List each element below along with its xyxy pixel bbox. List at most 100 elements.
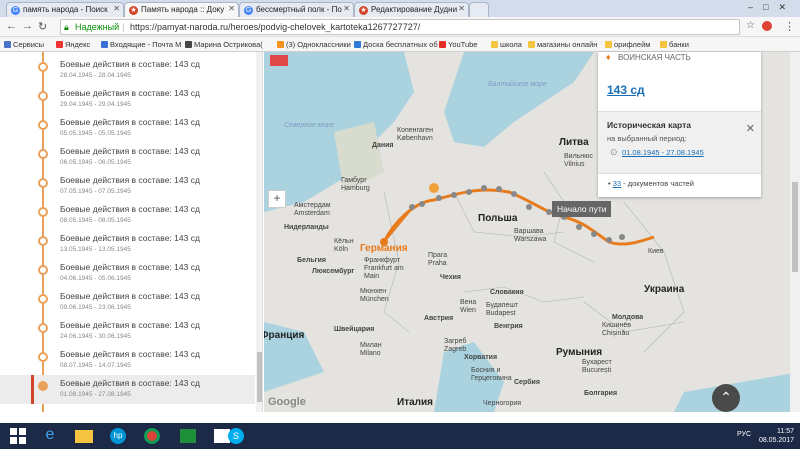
- timeline-event[interactable]: Боевые действия в составе: 143 сд 06.05.1…: [0, 143, 255, 172]
- timeline-dot-icon: [38, 178, 48, 188]
- unit-info-panel: ♦ ВОИНСКАЯ ЧАСТЬ 143 сд Историческая кар…: [598, 52, 761, 197]
- timeline-event[interactable]: Боевые действия в составе: 143 сд 09.06.1…: [0, 288, 255, 317]
- event-dates: 06.05.1945 - 06.05.1945: [60, 159, 131, 166]
- timeline-dot-icon: [38, 207, 48, 217]
- timeline-event[interactable]: Боевые действия в составе: 143 сд 28.04.1…: [0, 56, 255, 85]
- bookmark-services[interactable]: Сервисы: [4, 40, 44, 49]
- clock[interactable]: 11:57 08.05.2017: [759, 427, 794, 445]
- timeline-dot-icon: [38, 149, 48, 159]
- skype-icon[interactable]: S: [224, 426, 248, 446]
- bookmark-school[interactable]: школа: [491, 40, 522, 49]
- bookmark-oriflame[interactable]: орифлейм: [605, 40, 650, 49]
- timeline-event[interactable]: Боевые действия в составе: 143 сд 01.08.1…: [0, 375, 255, 404]
- menu-icon[interactable]: ⋮: [784, 20, 795, 33]
- timeline-dot-icon: [38, 294, 48, 304]
- timeline-event[interactable]: Боевые действия в составе: 143 сд 05.05.1…: [0, 114, 255, 143]
- url-field[interactable]: 🔒︎ Надежный | https://pamyat-naroda.ru/he…: [60, 19, 740, 35]
- map-color-legend[interactable]: [270, 55, 288, 66]
- timeline-dot-icon: [38, 352, 48, 362]
- event-title: Боевые действия в составе: 143 сд: [60, 175, 200, 185]
- timeline-event[interactable]: Боевые действия в составе: 143 сд 08.05.1…: [0, 201, 255, 230]
- documents-link[interactable]: 33: [613, 179, 621, 188]
- close-icon[interactable]: ✕: [343, 4, 350, 13]
- timeline-event[interactable]: Боевые действия в составе: 143 сд 29.04.1…: [0, 85, 255, 114]
- back-icon[interactable]: ←: [6, 20, 17, 32]
- bookmarks-bar: Сервисы Яндекс Входящие - Почта M Марина…: [0, 37, 800, 52]
- bookmark-mail[interactable]: Входящие - Почта M: [101, 40, 181, 49]
- scroll-up-button[interactable]: ⌃: [712, 384, 740, 412]
- timeline-dot-icon: [38, 381, 48, 391]
- timeline-dot-icon: [38, 265, 48, 275]
- event-dates: 09.06.1945 - 23.06.1945: [60, 304, 131, 311]
- bookmark-ok[interactable]: (3) Одноклассники: [277, 40, 351, 49]
- bookmark-marina[interactable]: Марина Острикова(: [185, 40, 263, 49]
- timeline-dot-icon: [38, 91, 48, 101]
- event-title: Боевые действия в составе: 143 сд: [60, 88, 200, 98]
- close-icon[interactable]: ✕: [228, 4, 235, 13]
- event-title: Боевые действия в составе: 143 сд: [60, 378, 200, 388]
- event-dates: 08.05.1945 - 08.05.1945: [60, 217, 131, 224]
- event-title: Боевые действия в составе: 143 сд: [60, 320, 200, 330]
- timeline-event[interactable]: Боевые действия в составе: 143 сд 07.05.1…: [0, 172, 255, 201]
- timeline-event[interactable]: Боевые действия в составе: 143 сд 04.06.1…: [0, 259, 255, 288]
- page-icon: [185, 41, 192, 48]
- selected-marker: [31, 375, 34, 404]
- ie-icon[interactable]: e: [38, 426, 62, 446]
- tab-immortal-regiment[interactable]: G бессмертный полк - По ✕: [239, 2, 354, 17]
- tab-edit[interactable]: ★ Редактирование Дудни ✕: [354, 2, 469, 17]
- event-title: Боевые действия в составе: 143 сд: [60, 146, 200, 156]
- tab-search[interactable]: G память народа - Поиск ✕: [6, 2, 124, 17]
- close-icon[interactable]: ✕: [458, 4, 465, 13]
- timeline-event[interactable]: Боевые действия в составе: 143 сд 08.07.1…: [0, 346, 255, 375]
- event-title: Боевые действия в составе: 143 сд: [60, 291, 200, 301]
- timeline-event[interactable]: Боевые действия в составе: 143 сд 13.05.1…: [0, 230, 255, 259]
- event-title: Боевые действия в составе: 143 сд: [60, 349, 200, 359]
- timeline-dot-icon: [38, 236, 48, 246]
- timeline-dot-icon: [38, 62, 48, 72]
- zoom-in-button[interactable]: +: [268, 190, 286, 208]
- lock-icon: 🔒︎: [64, 22, 69, 32]
- period-link[interactable]: 01.08.1945 - 27.08.1945: [622, 148, 704, 157]
- folder-icon: [491, 41, 498, 48]
- bookmark-yandex[interactable]: Яндекс: [56, 40, 90, 49]
- store-icon[interactable]: [176, 426, 200, 446]
- youtube-icon: [439, 41, 446, 48]
- event-dates: 08.07.1945 - 14.07.1945: [60, 362, 131, 369]
- close-icon[interactable]: ✕: [113, 4, 120, 13]
- event-dates: 24.06.1945 - 30.06.1945: [60, 333, 131, 340]
- timeline-scrollbar[interactable]: [256, 52, 262, 412]
- google-icon: G: [11, 6, 20, 15]
- event-dates: 05.05.1945 - 05.05.1945: [60, 130, 131, 137]
- extension-icon[interactable]: [762, 21, 772, 31]
- tab-pamyat-naroda[interactable]: ★ Память народа :: Доку ✕: [124, 2, 239, 17]
- timeline-dot-icon: [38, 120, 48, 130]
- event-dates: 01.08.1945 - 27.08.1945: [60, 391, 131, 398]
- explorer-icon[interactable]: [72, 426, 96, 446]
- forward-icon[interactable]: →: [22, 20, 33, 32]
- folder-icon: [528, 41, 535, 48]
- event-dates: 04.06.1945 - 05.06.1945: [60, 275, 131, 282]
- timeline-event[interactable]: Боевые действия в составе: 143 сд 24.06.1…: [0, 317, 255, 346]
- bookmark-board[interactable]: Доска бесплатных об: [354, 40, 438, 49]
- bookmark-star-icon[interactable]: ☆: [746, 20, 755, 31]
- reload-icon[interactable]: ↻: [38, 20, 47, 33]
- close-icon[interactable]: ✕: [746, 122, 755, 135]
- event-title: Боевые действия в составе: 143 сд: [60, 204, 200, 214]
- bookmark-shops[interactable]: магазины онлайн: [528, 40, 597, 49]
- board-icon: [354, 41, 361, 48]
- chrome-icon[interactable]: [140, 426, 164, 446]
- hp-icon[interactable]: hp: [106, 426, 130, 446]
- location-pin-icon: ♦: [606, 52, 611, 62]
- new-tab-button[interactable]: [469, 2, 489, 17]
- unit-link[interactable]: 143 сд: [607, 83, 645, 97]
- bookmark-youtube[interactable]: YouTube: [439, 40, 477, 49]
- yandex-icon: [56, 41, 63, 48]
- page-scrollbar[interactable]: [790, 52, 800, 412]
- pin-icon: ⊙: [610, 147, 618, 157]
- bookmark-banks[interactable]: банки: [660, 40, 689, 49]
- route-start-tooltip: Начало пути: [552, 201, 612, 217]
- window-controls[interactable]: –□✕: [748, 2, 796, 13]
- event-title: Боевые действия в составе: 143 сд: [60, 117, 200, 127]
- windows-start-icon[interactable]: [6, 426, 30, 446]
- event-title: Боевые действия в составе: 143 сд: [60, 233, 200, 243]
